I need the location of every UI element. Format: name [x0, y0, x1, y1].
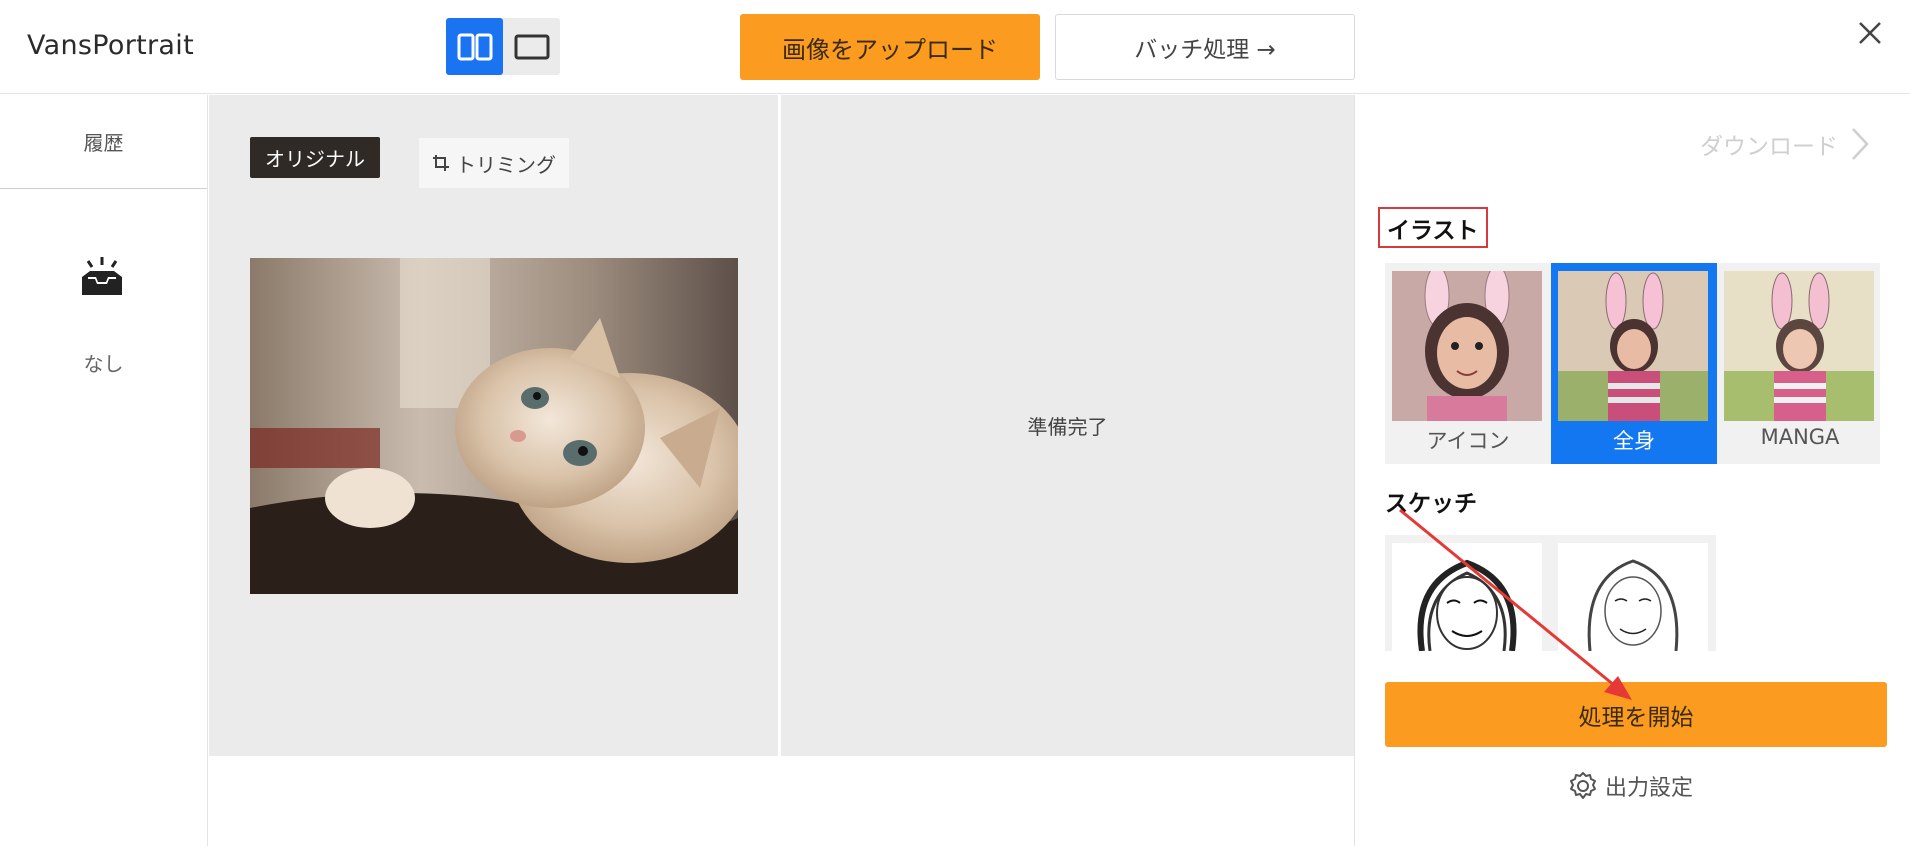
style-label: 全身	[1613, 429, 1655, 453]
tab-history[interactable]: 履歴	[0, 95, 207, 189]
split-view-button[interactable]	[446, 18, 503, 75]
style-card-manga[interactable]: MANGA	[1717, 263, 1883, 464]
download-button[interactable]: ダウンロード	[1700, 126, 1870, 162]
trim-button[interactable]: トリミング	[419, 138, 569, 188]
canvas-footer-area	[209, 756, 1354, 846]
history-sidebar: 履歴 なし	[0, 95, 208, 846]
sketch-thumbnail-image	[1417, 559, 1517, 651]
original-tag[interactable]: オリジナル	[250, 137, 380, 178]
app-logo: VansPortrait	[27, 30, 194, 61]
single-view-icon	[514, 34, 549, 59]
illustration-section-title: イラスト	[1378, 207, 1488, 248]
empty-history-label: なし	[83, 352, 124, 376]
start-processing-button[interactable]: 処理を開始	[1385, 682, 1887, 747]
result-pane: 準備完了	[781, 95, 1354, 756]
style-label: MANGA	[1760, 425, 1840, 449]
style-thumbnail	[1392, 271, 1542, 421]
portrait-thumbnail-image	[1558, 271, 1708, 421]
style-card-icon[interactable]: アイコン	[1385, 263, 1551, 464]
close-icon[interactable]	[1852, 15, 1888, 51]
download-label: ダウンロード	[1700, 134, 1838, 160]
sketch-style-grid	[1385, 535, 1716, 651]
sketch-style-card[interactable]	[1392, 543, 1542, 651]
portrait-thumbnail-image	[1724, 271, 1874, 421]
panel-divider	[1354, 95, 1355, 846]
kitten-photo-image	[250, 258, 738, 594]
style-card-fullbody[interactable]: 全身	[1551, 263, 1717, 464]
empty-inbox-icon	[82, 257, 122, 295]
portrait-thumbnail-image	[1392, 271, 1542, 421]
style-label: アイコン	[1426, 429, 1510, 453]
sketch-style-card[interactable]	[1558, 543, 1708, 651]
crop-icon	[433, 155, 449, 171]
original-photo	[250, 258, 738, 594]
output-settings-label: 出力設定	[1605, 776, 1694, 801]
top-bar: VansPortrait 画像をアップロード バッチ処理 →	[0, 0, 1910, 94]
sketch-thumbnail-image	[1587, 559, 1679, 651]
style-thumbnail	[1724, 271, 1874, 421]
output-settings-button[interactable]: 出力設定	[1567, 770, 1693, 802]
original-pane: オリジナル トリミング	[209, 95, 778, 756]
trim-label: トリミング	[456, 152, 556, 177]
illustration-style-grid: アイコン 全身 MANGA	[1385, 263, 1880, 464]
sketch-section-title: スケッチ	[1385, 491, 1477, 517]
ready-status: 準備完了	[1027, 415, 1108, 439]
view-mode-toggle	[446, 18, 560, 75]
gear-icon	[1570, 772, 1596, 799]
style-thumbnail	[1558, 271, 1708, 421]
split-view-icon	[457, 33, 492, 60]
upload-image-button[interactable]: 画像をアップロード	[740, 14, 1040, 80]
chevron-right-icon	[1852, 128, 1869, 160]
batch-process-button[interactable]: バッチ処理 →	[1055, 14, 1355, 80]
single-view-button[interactable]	[503, 18, 560, 75]
